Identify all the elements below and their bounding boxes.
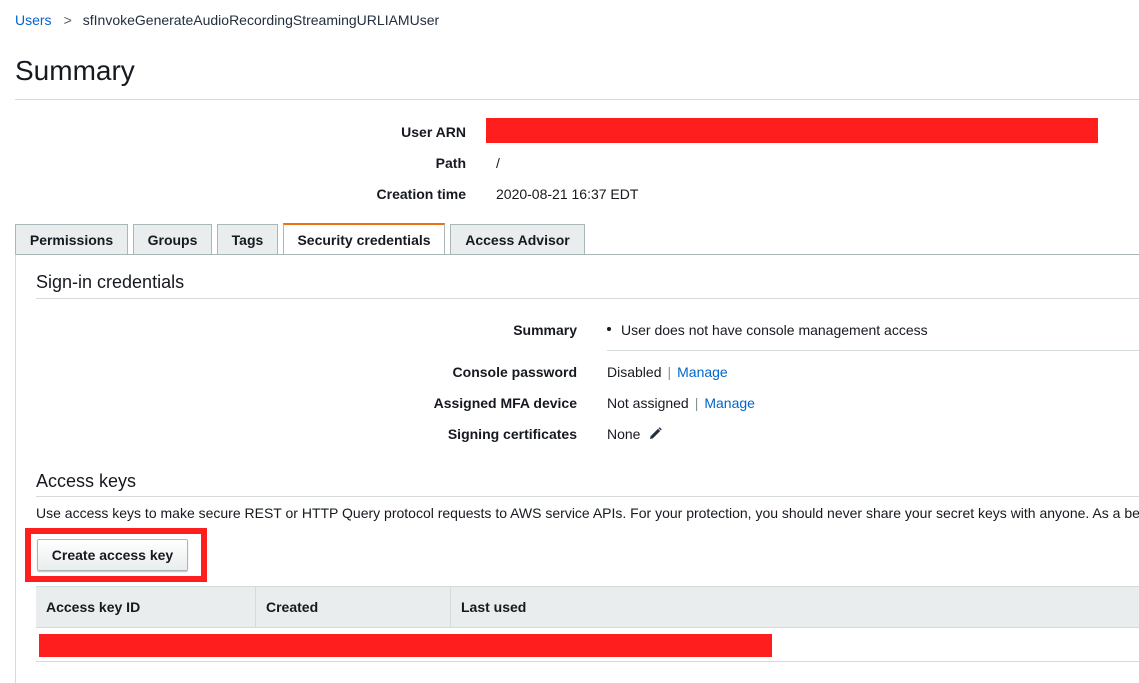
tab-security-credentials[interactable]: Security credentials xyxy=(283,223,445,255)
console-summary-text: User does not have console management ac… xyxy=(621,322,928,338)
console-summary-value: User does not have console management ac… xyxy=(607,322,928,338)
column-header-last-used[interactable]: Last used xyxy=(451,587,1139,627)
manage-console-password-link[interactable]: Manage xyxy=(677,364,728,380)
console-password-row: Disabled | Manage xyxy=(607,364,728,380)
access-key-row-redacted xyxy=(39,634,772,657)
title-divider xyxy=(15,99,1139,100)
signin-credentials-heading: Sign-in credentials xyxy=(36,272,185,292)
table-row-divider xyxy=(36,661,1139,662)
tab-groups[interactable]: Groups xyxy=(133,224,212,254)
signin-divider xyxy=(36,298,1139,299)
creation-time-value: 2020-08-21 16:37 EDT xyxy=(496,186,639,202)
tab-tags[interactable]: Tags xyxy=(217,224,278,254)
mfa-device-label: Assigned MFA device xyxy=(433,395,577,411)
path-label: Path xyxy=(435,155,466,171)
breadcrumb: Users > sfInvokeGenerateAudioRecordingStre… xyxy=(15,12,439,28)
access-keys-description: Use access keys to make secure REST or H… xyxy=(36,505,1139,521)
breadcrumb-separator: > xyxy=(63,12,72,28)
separator: | xyxy=(694,395,699,411)
tab-access-advisor[interactable]: Access Advisor xyxy=(450,224,585,254)
user-arn-label: User ARN xyxy=(401,124,466,140)
access-keys-divider xyxy=(36,496,1139,497)
separator: | xyxy=(667,364,672,380)
path-value: / xyxy=(496,155,500,171)
creation-time-label: Creation time xyxy=(376,186,466,202)
tab-permissions[interactable]: Permissions xyxy=(15,224,128,254)
manage-mfa-link[interactable]: Manage xyxy=(704,395,755,411)
console-password-label: Console password xyxy=(452,364,577,380)
column-header-created[interactable]: Created xyxy=(256,587,451,627)
pencil-icon[interactable] xyxy=(649,427,663,443)
column-header-access-key-id[interactable]: Access key ID xyxy=(36,587,256,627)
create-access-key-button[interactable]: Create access key xyxy=(37,539,188,571)
access-keys-table-header: Access key ID Created Last used xyxy=(36,586,1139,628)
user-arn-redacted-value xyxy=(486,118,1098,143)
mfa-device-value: Not assigned xyxy=(607,395,689,411)
breadcrumb-current: sfInvokeGenerateAudioRecordingStreamingU… xyxy=(82,12,440,28)
signing-certificates-label: Signing certificates xyxy=(447,426,577,442)
console-password-value: Disabled xyxy=(607,364,662,380)
summary-divider xyxy=(607,350,1139,351)
page-title: Summary xyxy=(15,55,135,86)
console-summary-label: Summary xyxy=(513,322,577,338)
mfa-device-row: Not assigned | Manage xyxy=(607,395,755,411)
signing-certificates-value: None xyxy=(607,426,641,442)
access-keys-heading: Access keys xyxy=(36,471,137,491)
breadcrumb-users-link[interactable]: Users xyxy=(15,12,52,28)
bullet-icon xyxy=(607,327,611,332)
signing-certificates-row: None xyxy=(607,426,663,443)
